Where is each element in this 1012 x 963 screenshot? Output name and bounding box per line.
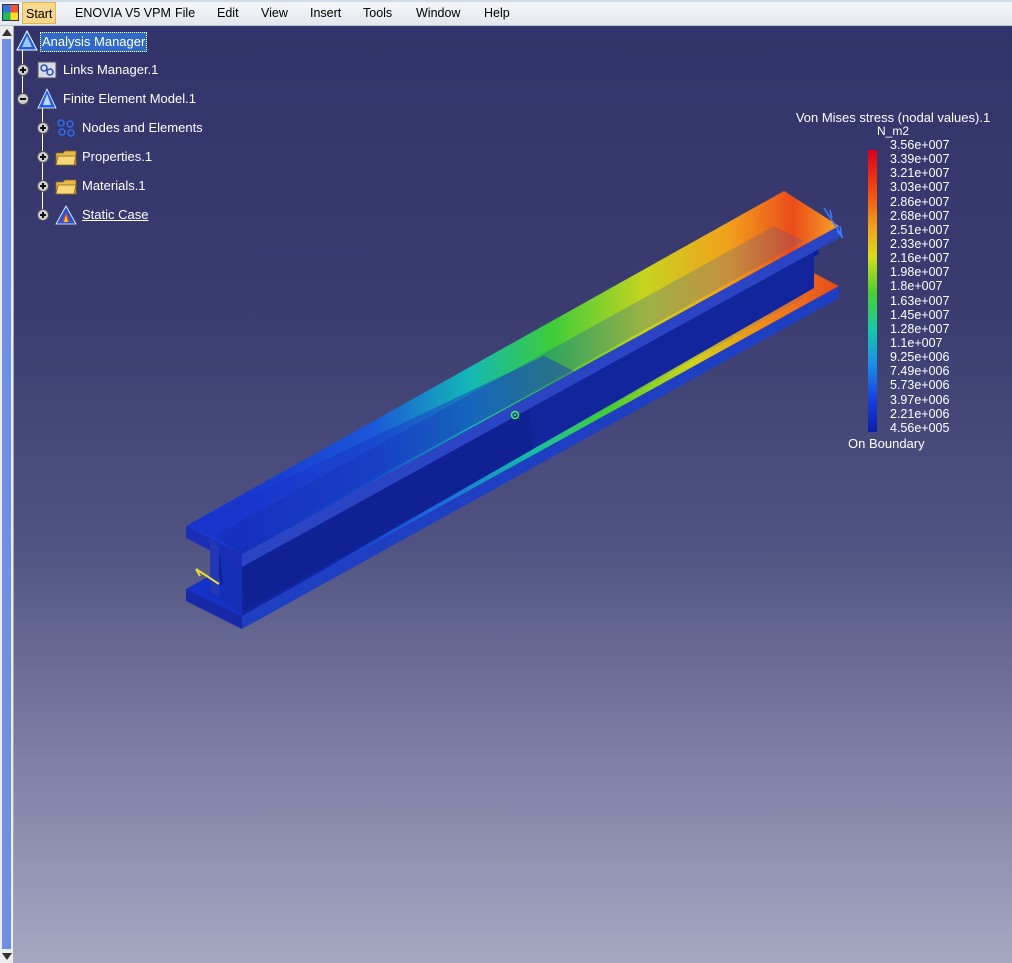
beam-end-face — [210, 538, 219, 598]
left-scrollbar[interactable] — [0, 26, 14, 963]
menu-enovia-label: ENOVIA V5 VPM — [75, 6, 171, 20]
legend-value: 1.1e+007 — [890, 335, 943, 350]
legend-value: 3.21e+007 — [890, 166, 950, 181]
tree-node-static-case[interactable]: Static Case — [36, 204, 186, 226]
legend-value: 3.56e+007 — [890, 138, 950, 152]
tree-label-static-case: Static Case — [82, 207, 149, 222]
collapse-minus-icon[interactable] — [17, 93, 29, 105]
legend-value: 3.39e+007 — [890, 152, 950, 167]
menu-tools[interactable]: Tools — [360, 2, 395, 24]
menu-window-label: Window — [416, 6, 461, 20]
menu-view-label: View — [261, 6, 288, 20]
expand-plus-icon[interactable] — [37, 180, 49, 192]
menu-help-label: Help — [484, 6, 510, 20]
legend-value: 9.25e+006 — [890, 350, 950, 365]
legend-value: 2.16e+007 — [890, 251, 950, 266]
analysis-manager-icon — [16, 30, 38, 51]
legend-value: 1.63e+007 — [890, 293, 950, 308]
nodes-elements-icon — [57, 119, 75, 137]
expand-plus-icon[interactable] — [37, 209, 49, 221]
legend-value: 7.49e+006 — [890, 364, 950, 379]
catia-app-icon[interactable] — [2, 4, 19, 21]
scroll-up-arrow-icon[interactable] — [2, 29, 12, 36]
menu-enovia[interactable]: ENOVIA V5 VPM — [72, 2, 174, 24]
folder-icon — [55, 179, 77, 195]
legend-title: Von Mises stress (nodal values).1 — [795, 110, 991, 125]
folder-icon — [55, 150, 77, 166]
tree-label-analysis-manager: Analysis Manager — [40, 32, 148, 52]
menu-window[interactable]: Window — [413, 2, 463, 24]
legend-value: 3.97e+006 — [890, 392, 950, 407]
tree-label-links-manager: Links Manager.1 — [63, 62, 159, 77]
tree-node-finite-element-model[interactable]: Finite Element Model.1 — [16, 88, 216, 110]
menu-file-label: File — [175, 6, 196, 20]
legend-value: 1.28e+007 — [890, 321, 950, 336]
menu-tools-label: Tools — [363, 6, 393, 20]
legend-value: 2.21e+006 — [890, 406, 950, 421]
legend-value: 2.33e+007 — [890, 236, 950, 251]
menu-help[interactable]: Help — [481, 2, 513, 24]
scrollbar-thumb[interactable] — [2, 39, 11, 949]
tree-node-materials[interactable]: Materials.1 — [36, 175, 186, 197]
legend-value: 5.73e+006 — [890, 378, 950, 393]
legend-value: 2.51e+007 — [890, 222, 950, 237]
menu-start[interactable]: Start — [22, 2, 57, 24]
menu-start-label: Start — [26, 7, 53, 21]
legend-value: 1.8e+007 — [890, 279, 943, 294]
expand-plus-icon[interactable] — [37, 151, 49, 163]
menu-view[interactable]: View — [258, 2, 291, 24]
legend-value: 2.68e+007 — [890, 208, 950, 223]
legend-value: 1.98e+007 — [890, 265, 950, 280]
tree-label-properties: Properties.1 — [82, 149, 153, 164]
legend-value: 3.03e+007 — [890, 180, 950, 195]
legend-value: 2.86e+007 — [890, 194, 950, 209]
top-flange — [186, 191, 839, 567]
legend-value: 1.45e+007 — [890, 307, 950, 322]
tree-node-analysis-manager[interactable]: Analysis Manager — [16, 30, 176, 52]
static-case-icon — [55, 205, 77, 225]
menu-edit[interactable]: Edit — [214, 2, 242, 24]
tree-node-nodes-and-elements[interactable]: Nodes and Elements — [36, 117, 226, 139]
menu-insert-label: Insert — [310, 6, 342, 20]
legend-footer: On Boundary — [848, 436, 925, 451]
legend-value-list: 3.56e+007 3.39e+007 3.21e+007 3.03e+007 2.86… — [890, 138, 980, 435]
links-manager-icon — [37, 61, 57, 79]
tree-label-nodes-and-elements: Nodes and Elements — [82, 120, 203, 135]
menu-insert[interactable]: Insert — [307, 2, 344, 24]
tree-label-finite-element-model: Finite Element Model.1 — [63, 91, 196, 106]
expand-plus-icon[interactable] — [17, 64, 29, 76]
menu-bar: Start ENOVIA V5 VPM File Edit View Inser… — [0, 0, 1012, 26]
menu-file[interactable]: File — [172, 2, 198, 24]
tree-node-properties[interactable]: Properties.1 — [36, 146, 186, 168]
menu-edit-label: Edit — [217, 6, 239, 20]
expand-plus-icon[interactable] — [37, 122, 49, 134]
legend-unit: N_m2 — [876, 124, 909, 138]
scroll-down-arrow-icon[interactable] — [2, 953, 12, 960]
finite-element-model-icon — [37, 88, 57, 109]
tree-node-links-manager[interactable]: Links Manager.1 — [16, 59, 186, 81]
tree-label-materials: Materials.1 — [82, 178, 146, 193]
legend-color-bar — [868, 150, 877, 432]
legend-value: 4.56e+005 — [890, 420, 950, 435]
3d-viewport[interactable]: Analysis Manager Links Manager.1 Finite … — [14, 26, 1012, 963]
